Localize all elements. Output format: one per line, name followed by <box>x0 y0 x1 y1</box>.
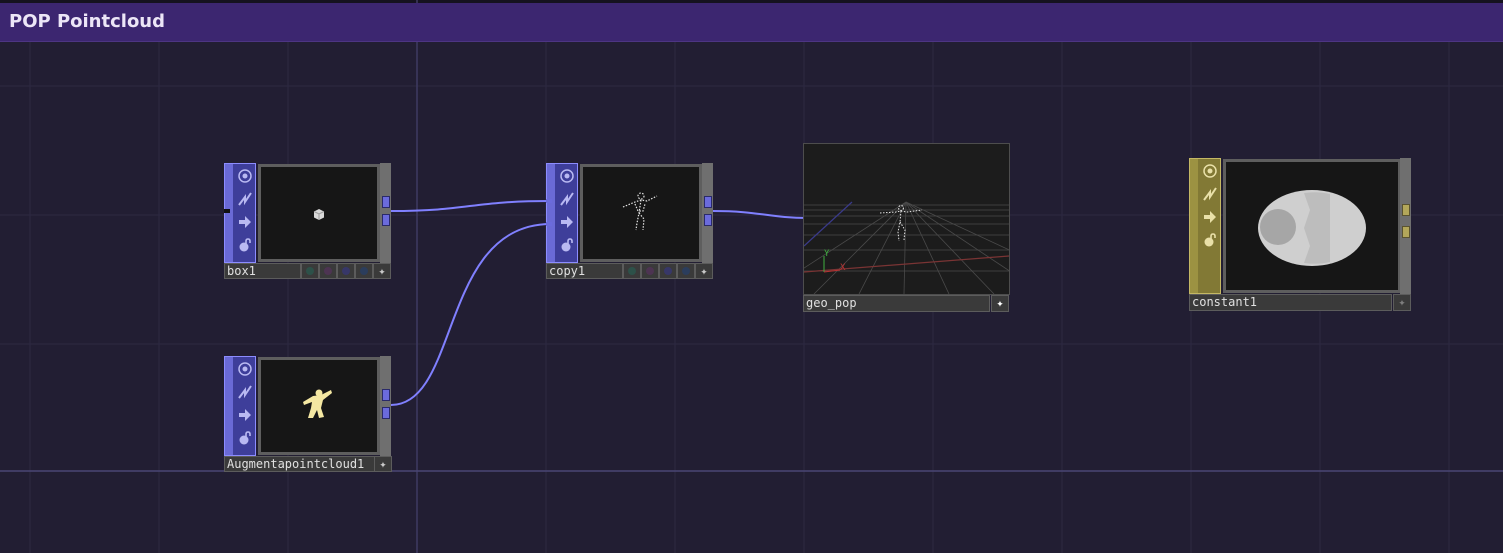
node-name[interactable]: copy1 <box>546 263 623 279</box>
add-icon[interactable]: ✦ <box>991 295 1009 312</box>
output-port[interactable] <box>704 196 712 208</box>
node-flag-panel <box>224 163 256 263</box>
input-port[interactable] <box>224 209 230 213</box>
node-flag-panel <box>546 163 578 263</box>
node-augmentapointcloud1[interactable]: Augmentapointcloud1 ✦ <box>224 356 392 473</box>
wire-augmenta-copy1 <box>390 223 552 406</box>
node-constant1[interactable]: constant1 ✦ <box>1189 158 1411 313</box>
node-flag-dots: ✦ <box>301 263 391 279</box>
node-name[interactable]: Augmentapointcloud1 <box>224 456 376 472</box>
output-port[interactable] <box>1402 226 1410 238</box>
lock-flag-icon[interactable] <box>236 429 254 447</box>
output-port[interactable] <box>382 196 390 208</box>
box-preview <box>313 209 325 220</box>
node-viewer[interactable] <box>1223 159 1401 293</box>
material-sphere-preview <box>1258 190 1366 266</box>
output-port[interactable] <box>704 214 712 226</box>
node-flag-dots: ✦ <box>374 456 392 472</box>
node-copy1[interactable]: copy1 ✦ <box>546 163 714 280</box>
bypass-flag-icon[interactable] <box>558 190 576 208</box>
lock-flag-icon[interactable] <box>1201 231 1219 249</box>
dot-cell <box>677 263 695 279</box>
node-flag-panel <box>1189 158 1221 294</box>
node-name[interactable]: box1 <box>224 263 301 279</box>
node-viewer[interactable]: Y X <box>763 143 1105 295</box>
node-flag-panel <box>224 356 256 456</box>
lock-flag-icon[interactable] <box>236 236 254 254</box>
display-flag-icon[interactable] <box>236 406 254 424</box>
dot-cell <box>641 263 659 279</box>
node-viewer[interactable] <box>258 164 380 262</box>
dot-cell <box>659 263 677 279</box>
bypass-flag-icon[interactable] <box>1201 185 1219 203</box>
add-icon[interactable]: ✦ <box>373 263 391 279</box>
output-port[interactable] <box>382 407 390 419</box>
display-flag-icon[interactable] <box>1201 208 1219 226</box>
node-viewer[interactable] <box>258 357 380 455</box>
wire-copy1-geo <box>712 210 809 219</box>
axis-label-x: X <box>840 263 846 273</box>
add-icon[interactable]: ✦ <box>695 263 713 279</box>
node-box1[interactable]: box1 ✦ <box>224 163 392 280</box>
viewer-flag-icon[interactable] <box>236 360 254 378</box>
output-port[interactable] <box>382 389 390 401</box>
geo-3d-viewport <box>763 144 1105 295</box>
dot-cell <box>623 263 641 279</box>
node-name[interactable]: constant1 <box>1189 294 1392 311</box>
display-flag-icon[interactable] <box>236 213 254 231</box>
axis-label-y: Y <box>824 249 830 259</box>
wire-box1-copy1 <box>390 200 552 212</box>
dot-cell <box>319 263 337 279</box>
node-flag-dots: ✦ <box>623 263 713 279</box>
viewer-flag-icon[interactable] <box>236 167 254 185</box>
lock-flag-icon[interactable] <box>558 236 576 254</box>
output-port[interactable] <box>382 214 390 226</box>
dot-cell <box>355 263 373 279</box>
viewer-flag-icon[interactable] <box>1201 162 1219 180</box>
output-port[interactable] <box>1402 204 1410 216</box>
add-icon[interactable]: ✦ <box>374 456 392 472</box>
dot-cell <box>301 263 319 279</box>
bypass-flag-icon[interactable] <box>236 190 254 208</box>
add-icon[interactable]: ✦ <box>1393 294 1411 311</box>
pointcloud-figure-preview <box>303 389 332 418</box>
node-name[interactable]: geo_pop <box>803 295 990 312</box>
node-viewer[interactable] <box>580 164 702 262</box>
input-port[interactable] <box>546 199 552 203</box>
node-geo-pop[interactable]: Y X geo_pop ✦ <box>763 143 1105 313</box>
viewer-flag-icon[interactable] <box>558 167 576 185</box>
display-flag-icon[interactable] <box>558 213 576 231</box>
dot-cell <box>337 263 355 279</box>
input-port[interactable] <box>546 222 552 226</box>
bypass-flag-icon[interactable] <box>236 383 254 401</box>
pointcloud-figure-preview <box>622 192 658 231</box>
